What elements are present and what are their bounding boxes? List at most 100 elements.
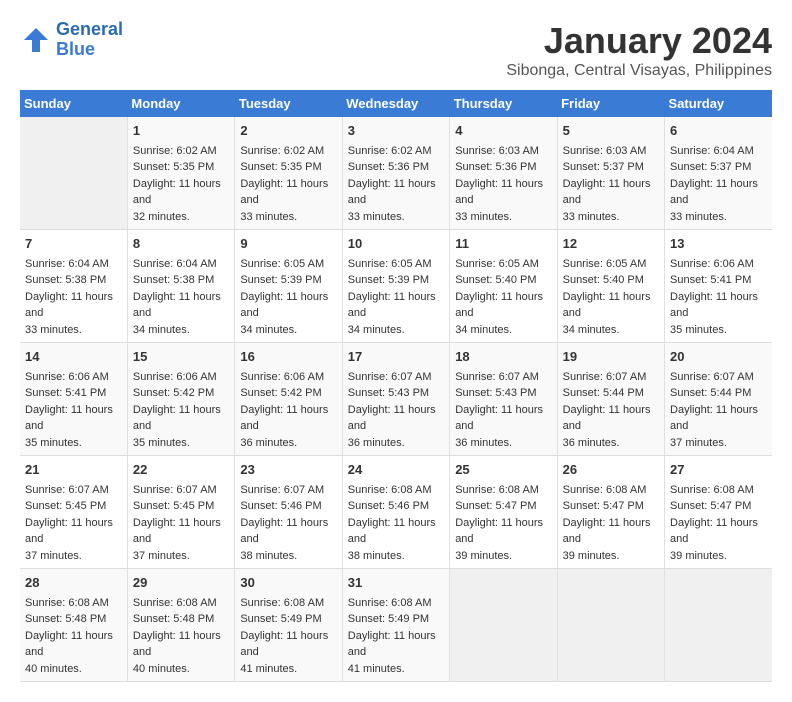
sunset-text: Sunset: 5:35 PM [133, 159, 229, 176]
sunset-text: Sunset: 5:48 PM [133, 611, 229, 628]
sunrise-text: Sunrise: 6:07 AM [25, 482, 122, 499]
day-number: 25 [455, 460, 551, 480]
daylight-text-cont: 39 minutes. [670, 548, 767, 565]
daylight-text-cont: 38 minutes. [348, 548, 444, 565]
sunrise-text: Sunrise: 6:02 AM [240, 143, 336, 160]
month-title: January 2024 [506, 20, 772, 62]
sunrise-text: Sunrise: 6:07 AM [133, 482, 229, 499]
daylight-text-cont: 33 minutes. [455, 209, 551, 226]
daylight-text: Daylight: 11 hours and [240, 628, 336, 661]
daylight-text: Daylight: 11 hours and [670, 176, 767, 209]
sunset-text: Sunset: 5:47 PM [670, 498, 767, 515]
daylight-text-cont: 34 minutes. [563, 322, 659, 339]
daylight-text: Daylight: 11 hours and [240, 515, 336, 548]
calendar-cell: 14Sunrise: 6:06 AMSunset: 5:41 PMDayligh… [20, 343, 127, 456]
calendar-cell: 30Sunrise: 6:08 AMSunset: 5:49 PMDayligh… [235, 569, 342, 682]
sunset-text: Sunset: 5:37 PM [670, 159, 767, 176]
sunrise-text: Sunrise: 6:04 AM [133, 256, 229, 273]
calendar-table: SundayMondayTuesdayWednesdayThursdayFrid… [20, 90, 772, 682]
daylight-text: Daylight: 11 hours and [25, 402, 122, 435]
sunrise-text: Sunrise: 6:05 AM [563, 256, 659, 273]
header-thursday: Thursday [450, 90, 557, 117]
sunset-text: Sunset: 5:42 PM [240, 385, 336, 402]
sunset-text: Sunset: 5:36 PM [348, 159, 444, 176]
daylight-text: Daylight: 11 hours and [455, 176, 551, 209]
calendar-cell: 12Sunrise: 6:05 AMSunset: 5:40 PMDayligh… [557, 230, 664, 343]
calendar-cell: 13Sunrise: 6:06 AMSunset: 5:41 PMDayligh… [665, 230, 772, 343]
sunset-text: Sunset: 5:40 PM [563, 272, 659, 289]
header-sunday: Sunday [20, 90, 127, 117]
calendar-week-row: 1Sunrise: 6:02 AMSunset: 5:35 PMDaylight… [20, 117, 772, 230]
sunrise-text: Sunrise: 6:07 AM [348, 369, 444, 386]
daylight-text-cont: 35 minutes. [670, 322, 767, 339]
day-number: 15 [133, 347, 229, 367]
day-number: 8 [133, 234, 229, 254]
sunrise-text: Sunrise: 6:05 AM [455, 256, 551, 273]
sunset-text: Sunset: 5:41 PM [670, 272, 767, 289]
sunset-text: Sunset: 5:46 PM [240, 498, 336, 515]
sunrise-text: Sunrise: 6:06 AM [133, 369, 229, 386]
sunset-text: Sunset: 5:35 PM [240, 159, 336, 176]
day-number: 5 [563, 121, 659, 141]
day-number: 9 [240, 234, 336, 254]
calendar-cell: 15 Sunrise: 6:06 AMSunset: 5:42 PMDayligh… [127, 343, 234, 456]
calendar-cell [665, 569, 772, 682]
calendar-cell: 29Sunrise: 6:08 AMSunset: 5:48 PMDayligh… [127, 569, 234, 682]
daylight-text: Daylight: 11 hours and [563, 402, 659, 435]
calendar-cell [20, 117, 127, 230]
day-number: 12 [563, 234, 659, 254]
sunset-text: Sunset: 5:38 PM [25, 272, 122, 289]
day-number: 21 [25, 460, 122, 480]
daylight-text: Daylight: 11 hours and [133, 628, 229, 661]
calendar-week-row: 28Sunrise: 6:08 AMSunset: 5:48 PMDayligh… [20, 569, 772, 682]
calendar-cell: 5Sunrise: 6:03 AMSunset: 5:37 PMDaylight… [557, 117, 664, 230]
daylight-text: Daylight: 11 hours and [348, 628, 444, 661]
calendar-cell: 22Sunrise: 6:07 AMSunset: 5:45 PMDayligh… [127, 456, 234, 569]
calendar-cell: 10Sunrise: 6:05 AMSunset: 5:39 PMDayligh… [342, 230, 449, 343]
daylight-text: Daylight: 11 hours and [133, 402, 229, 435]
sunrise-text: Sunrise: 6:08 AM [25, 595, 122, 612]
day-number: 3 [348, 121, 444, 141]
location-title: Sibonga, Central Visayas, Philippines [506, 62, 772, 80]
sunrise-text: Sunrise: 6:02 AM [133, 143, 229, 160]
day-number: 11 [455, 234, 551, 254]
logo-text: General Blue [56, 20, 123, 60]
calendar-cell: 27Sunrise: 6:08 AMSunset: 5:47 PMDayligh… [665, 456, 772, 569]
sunset-text: Sunset: 5:43 PM [455, 385, 551, 402]
sunrise-text: Sunrise: 6:08 AM [455, 482, 551, 499]
day-number: 10 [348, 234, 444, 254]
calendar-cell: 11Sunrise: 6:05 AMSunset: 5:40 PMDayligh… [450, 230, 557, 343]
sunrise-text: Sunrise: 6:08 AM [670, 482, 767, 499]
daylight-text: Daylight: 11 hours and [670, 289, 767, 322]
title-section: January 2024 Sibonga, Central Visayas, P… [506, 20, 772, 80]
day-number: 2 [240, 121, 336, 141]
daylight-text: Daylight: 11 hours and [563, 176, 659, 209]
sunset-text: Sunset: 5:42 PM [133, 385, 229, 402]
daylight-text-cont: 36 minutes. [240, 435, 336, 452]
calendar-week-row: 14Sunrise: 6:06 AMSunset: 5:41 PMDayligh… [20, 343, 772, 456]
day-number: 29 [133, 573, 229, 593]
daylight-text: Daylight: 11 hours and [348, 402, 444, 435]
page-header: General Blue January 2024 Sibonga, Centr… [20, 20, 772, 80]
calendar-week-row: 21Sunrise: 6:07 AMSunset: 5:45 PMDayligh… [20, 456, 772, 569]
header-monday: Monday [127, 90, 234, 117]
daylight-text-cont: 33 minutes. [240, 209, 336, 226]
sunset-text: Sunset: 5:45 PM [25, 498, 122, 515]
daylight-text: Daylight: 11 hours and [348, 289, 444, 322]
day-number: 23 [240, 460, 336, 480]
daylight-text-cont: 35 minutes. [25, 435, 122, 452]
calendar-cell: 6Sunrise: 6:04 AMSunset: 5:37 PMDaylight… [665, 117, 772, 230]
daylight-text: Daylight: 11 hours and [25, 628, 122, 661]
daylight-text-cont: 36 minutes. [563, 435, 659, 452]
sunrise-text: Sunrise: 6:07 AM [670, 369, 767, 386]
daylight-text-cont: 40 minutes. [133, 661, 229, 678]
day-number: 1 [133, 121, 229, 141]
calendar-cell: 8Sunrise: 6:04 AMSunset: 5:38 PMDaylight… [127, 230, 234, 343]
sunset-text: Sunset: 5:40 PM [455, 272, 551, 289]
day-number: 18 [455, 347, 551, 367]
header-wednesday: Wednesday [342, 90, 449, 117]
day-number: 26 [563, 460, 659, 480]
calendar-cell: 18Sunrise: 6:07 AMSunset: 5:43 PMDayligh… [450, 343, 557, 456]
sunrise-text: Sunrise: 6:05 AM [348, 256, 444, 273]
sunset-text: Sunset: 5:39 PM [240, 272, 336, 289]
